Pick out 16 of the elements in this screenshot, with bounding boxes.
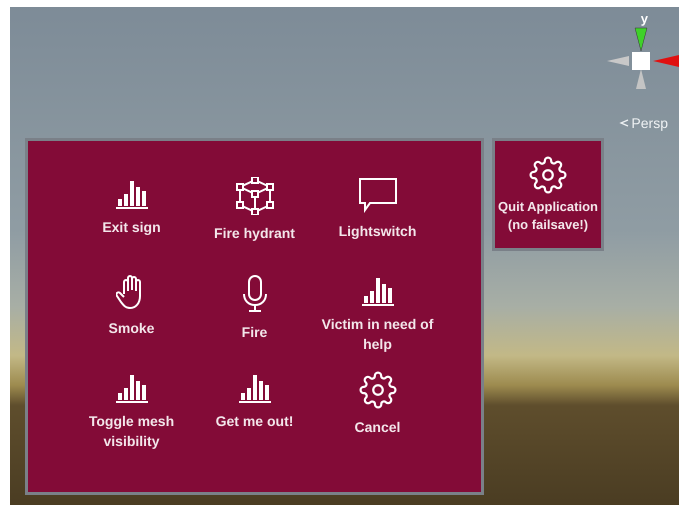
- menu-item[interactable]: Smoke: [70, 270, 193, 367]
- menu-item[interactable]: Lightswitch: [316, 173, 439, 270]
- settings-icon: [358, 371, 396, 409]
- menu-item[interactable]: Fire: [193, 270, 316, 367]
- settings-icon: [529, 156, 567, 194]
- menu-item[interactable]: Fire hydrant: [193, 173, 316, 270]
- quit-button[interactable]: Quit Application (no failsave!): [492, 138, 604, 251]
- menu-item[interactable]: Cancel: [316, 367, 439, 464]
- menu-item[interactable]: Victim in need of help: [316, 270, 439, 367]
- axis-label: y: [640, 11, 648, 26]
- cube-nodes-icon: [236, 177, 274, 215]
- chevron-left-icon: [619, 118, 630, 128]
- menu-item[interactable]: Exit sign: [70, 173, 193, 270]
- menu-item[interactable]: Get me out!: [193, 367, 316, 464]
- menu-item[interactable]: Toggle mesh visibility: [70, 367, 193, 464]
- speech-bubble-icon: [358, 177, 398, 213]
